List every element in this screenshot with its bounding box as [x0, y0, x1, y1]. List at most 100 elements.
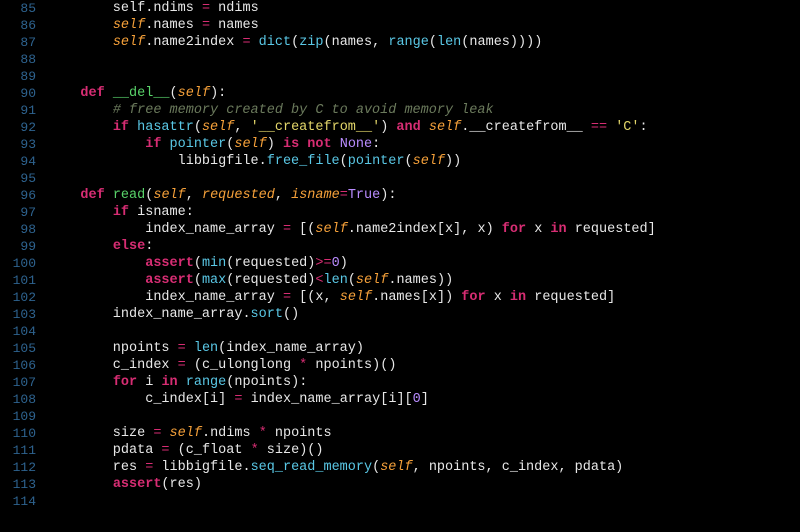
token-param: isname — [291, 188, 340, 203]
code-line[interactable] — [48, 68, 800, 85]
code-line[interactable]: def __del__(self): — [48, 85, 800, 102]
token-kw: for — [461, 290, 485, 305]
token-id: self — [48, 1, 145, 16]
token-kw: in — [510, 290, 526, 305]
token-id: x — [469, 222, 485, 237]
token-self: self — [413, 154, 445, 169]
line-number: 111 — [4, 442, 36, 459]
token-punct: : — [218, 86, 226, 101]
code-line[interactable]: if isname: — [48, 204, 800, 221]
code-line[interactable] — [48, 408, 800, 425]
code-line[interactable] — [48, 493, 800, 510]
code-line[interactable]: res = libbigfile.seq_read_memory(self, n… — [48, 459, 800, 476]
code-line[interactable]: self.ndims = ndims — [48, 0, 800, 17]
token-call: sort — [251, 307, 283, 322]
token-punct: : — [299, 375, 307, 390]
token-id: c_index — [48, 358, 178, 373]
token-id — [421, 120, 429, 135]
token-punct: ( — [405, 154, 413, 169]
code-line[interactable]: assert(max(requested)<len(self.names)) — [48, 272, 800, 289]
token-punct: , — [186, 188, 194, 203]
code-line[interactable]: size = self.ndims * npoints — [48, 425, 800, 442]
token-punct: . — [348, 222, 356, 237]
line-number: 105 — [4, 340, 36, 357]
token-punct: . — [242, 307, 250, 322]
token-id — [48, 188, 80, 203]
line-number: 85 — [4, 0, 36, 17]
line-number: 99 — [4, 238, 36, 255]
code-line[interactable]: c_index[i] = index_name_array[i][0] — [48, 391, 800, 408]
token-punct: [ — [405, 392, 413, 407]
token-id: libbigfile — [48, 154, 259, 169]
token-id: index_name_array — [48, 222, 283, 237]
code-editor[interactable]: 8586878889909192939495969798991001011021… — [0, 0, 800, 532]
token-param: requested — [202, 188, 275, 203]
line-number: 90 — [4, 85, 36, 102]
token-kw: if — [145, 137, 161, 152]
token-self: self — [429, 120, 461, 135]
code-line[interactable]: index_name_array = [(x, self.names[x]) f… — [48, 289, 800, 306]
line-number: 113 — [4, 476, 36, 493]
token-id: i — [137, 375, 161, 390]
code-area[interactable]: self.ndims = ndims self.names = names se… — [46, 0, 800, 532]
token-fn: __del__ — [113, 86, 170, 101]
token-id: c_float — [186, 443, 251, 458]
code-line[interactable]: for i in range(npoints): — [48, 374, 800, 391]
token-id: requested — [567, 222, 648, 237]
token-call: dict — [259, 35, 291, 50]
token-punct: . — [259, 154, 267, 169]
code-line[interactable]: index_name_array.sort() — [48, 306, 800, 323]
token-punct: ) — [291, 375, 299, 390]
token-punct: ] — [437, 290, 445, 305]
token-kw: in — [161, 375, 177, 390]
token-attr: names — [153, 18, 194, 33]
token-id — [332, 290, 340, 305]
token-kw: assert — [113, 477, 162, 492]
code-line[interactable]: c_index = (c_ulonglong * npoints)() — [48, 357, 800, 374]
token-id: names — [332, 35, 373, 50]
token-punct: ( — [324, 35, 332, 50]
line-number: 86 — [4, 17, 36, 34]
code-line[interactable]: self.name2index = dict(zip(names, range(… — [48, 34, 800, 51]
code-line[interactable]: # free memory created by C to avoid memo… — [48, 102, 800, 119]
line-number: 107 — [4, 374, 36, 391]
token-call: zip — [299, 35, 323, 50]
token-punct: : — [388, 188, 396, 203]
line-number: 100 — [4, 255, 36, 272]
code-line[interactable]: npoints = len(index_name_array) — [48, 340, 800, 357]
code-line[interactable]: assert(min(requested)>=0) — [48, 255, 800, 272]
code-line[interactable] — [48, 323, 800, 340]
token-op: = — [202, 1, 210, 16]
token-id — [186, 358, 194, 373]
token-punct: ) — [291, 307, 299, 322]
token-punct: ) — [437, 273, 445, 288]
code-line[interactable]: self.names = names — [48, 17, 800, 34]
code-line[interactable]: def read(self, requested, isname=True): — [48, 187, 800, 204]
code-line[interactable]: assert(res) — [48, 476, 800, 493]
line-number: 110 — [4, 425, 36, 442]
token-id: res — [48, 460, 145, 475]
line-number: 89 — [4, 68, 36, 85]
code-line[interactable]: pdata = (c_float * size)() — [48, 442, 800, 459]
token-punct: ] — [421, 392, 429, 407]
code-line[interactable]: if hasattr(self, '__createfrom__') and s… — [48, 119, 800, 136]
token-kw: for — [502, 222, 526, 237]
token-op: = — [242, 35, 250, 50]
code-line[interactable]: libbigfile.free_file(pointer(self)) — [48, 153, 800, 170]
code-line[interactable] — [48, 170, 800, 187]
token-id: c_index — [48, 392, 202, 407]
line-number: 109 — [4, 408, 36, 425]
code-line[interactable]: if pointer(self) is not None: — [48, 136, 800, 153]
token-kw: if — [113, 120, 129, 135]
token-punct: ) — [267, 137, 275, 152]
token-str: '__createfrom__' — [251, 120, 381, 135]
line-number: 95 — [4, 170, 36, 187]
code-line[interactable]: index_name_array = [(self.name2index[x],… — [48, 221, 800, 238]
code-line[interactable]: else: — [48, 238, 800, 255]
line-number: 98 — [4, 221, 36, 238]
code-line[interactable] — [48, 51, 800, 68]
token-id: isname — [129, 205, 186, 220]
token-call: range — [186, 375, 227, 390]
token-num: 0 — [413, 392, 421, 407]
token-call: min — [202, 256, 226, 271]
